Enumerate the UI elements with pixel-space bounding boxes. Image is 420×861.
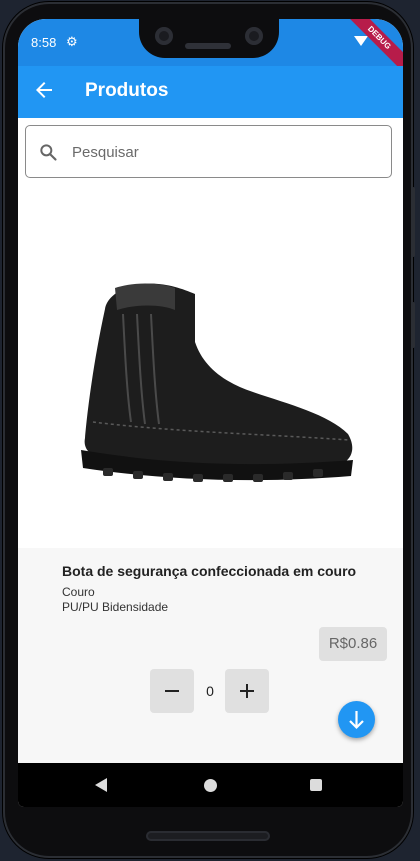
product-name: Bota de segurança confeccionada em couro bbox=[62, 563, 357, 579]
arrow-back-icon[interactable] bbox=[32, 78, 56, 102]
plus-icon bbox=[240, 684, 254, 698]
status-time: 8:58 bbox=[31, 35, 57, 50]
system-nav-bar bbox=[18, 763, 403, 807]
product-image bbox=[81, 283, 353, 482]
app-bar: Produtos bbox=[18, 66, 403, 118]
product-sole: PU/PU Bidensidade bbox=[62, 600, 169, 614]
minus-icon bbox=[165, 690, 179, 692]
bottom-speaker bbox=[146, 831, 270, 841]
camera-notch bbox=[139, 19, 279, 58]
nav-recent-apps-icon[interactable] bbox=[310, 779, 322, 791]
power-button bbox=[411, 187, 415, 257]
increase-quantity-button[interactable] bbox=[225, 669, 269, 713]
app-screen: 8:58 ⚙ DEBUG Produtos Pesquisar Bota de … bbox=[18, 19, 403, 807]
page-title: Produtos bbox=[85, 80, 169, 101]
product-material: Couro bbox=[62, 585, 95, 599]
price-badge: R$0.86 bbox=[319, 627, 387, 661]
quantity-value: 0 bbox=[206, 683, 214, 699]
front-camera bbox=[245, 27, 263, 45]
arrow-down-icon bbox=[349, 711, 364, 730]
search-input[interactable] bbox=[70, 138, 374, 166]
nav-home-icon[interactable] bbox=[204, 779, 217, 792]
decrease-quantity-button[interactable] bbox=[150, 669, 194, 713]
search-icon bbox=[40, 144, 57, 161]
volume-button bbox=[411, 302, 415, 348]
search-box[interactable] bbox=[25, 125, 392, 178]
earpiece-speaker bbox=[185, 43, 231, 49]
phone-frame: 8:58 ⚙ DEBUG Produtos Pesquisar Bota de … bbox=[3, 2, 415, 858]
gear-icon: ⚙ bbox=[66, 34, 78, 49]
scroll-down-fab[interactable] bbox=[338, 701, 375, 738]
wifi-icon bbox=[354, 36, 368, 46]
front-camera bbox=[155, 27, 173, 45]
nav-back-icon[interactable] bbox=[95, 778, 107, 792]
